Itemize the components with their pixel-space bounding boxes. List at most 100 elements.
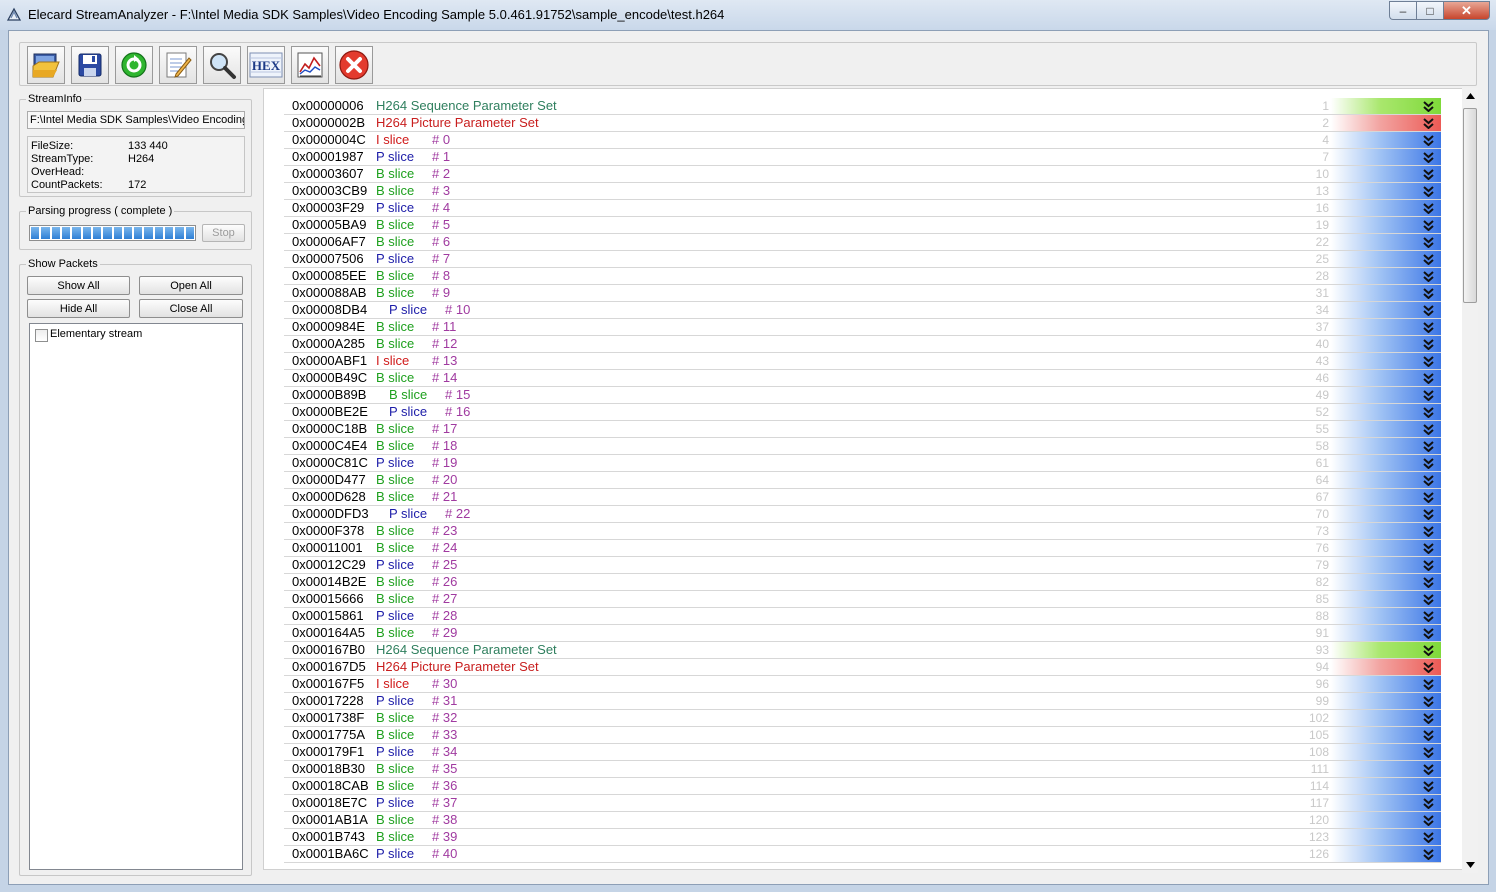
stream-path-field[interactable]: F:\Intel Media SDK Samples\Video Encodin… xyxy=(27,111,245,129)
expand-chevron-icon[interactable] xyxy=(1421,489,1436,505)
save-button[interactable] xyxy=(71,46,109,84)
expand-chevron-icon[interactable] xyxy=(1421,132,1436,148)
expand-chevron-icon[interactable] xyxy=(1421,846,1436,862)
packet-row[interactable]: 0x00003607 B slice # 2 10 xyxy=(284,166,1441,183)
packet-row[interactable]: 0x0000B89B B slice # 15 49 xyxy=(284,387,1441,404)
close-window-button[interactable]: ✕ xyxy=(1443,1,1490,20)
packet-row[interactable]: 0x0000C4E4 B slice # 18 58 xyxy=(284,438,1441,455)
stop-button[interactable]: Stop xyxy=(202,224,245,242)
packet-row[interactable]: 0x0000DFD3 P slice # 22 70 xyxy=(284,506,1441,523)
packet-row[interactable]: 0x00007506 P slice # 7 25 xyxy=(284,251,1441,268)
scroll-thumb[interactable] xyxy=(1463,108,1477,303)
packet-row[interactable]: 0x0001B743 B slice # 39 123 xyxy=(284,829,1441,846)
expand-chevron-icon[interactable] xyxy=(1421,217,1436,233)
packet-row[interactable]: 0x0001775A B slice # 33 105 xyxy=(284,727,1441,744)
expand-chevron-icon[interactable] xyxy=(1421,387,1436,403)
open-all-button[interactable]: Open All xyxy=(139,276,243,295)
expand-chevron-icon[interactable] xyxy=(1421,608,1436,624)
expand-chevron-icon[interactable] xyxy=(1421,829,1436,845)
minimize-button[interactable]: – xyxy=(1389,1,1416,20)
expand-chevron-icon[interactable] xyxy=(1421,200,1436,216)
packet-row[interactable]: 0x00008DB4 P slice # 10 34 xyxy=(284,302,1441,319)
elementary-stream-label[interactable]: Elementary stream xyxy=(50,328,142,340)
packet-row[interactable]: 0x00015861 P slice # 28 88 xyxy=(284,608,1441,625)
expand-chevron-icon[interactable] xyxy=(1421,744,1436,760)
packet-row[interactable]: 0x0000BE2E P slice # 16 52 xyxy=(284,404,1441,421)
expand-chevron-icon[interactable] xyxy=(1421,642,1436,658)
expand-chevron-icon[interactable] xyxy=(1421,795,1436,811)
packet-row[interactable]: 0x000167F5 I slice # 30 96 xyxy=(284,676,1441,693)
packet-row[interactable]: 0x00006AF7 B slice # 6 22 xyxy=(284,234,1441,251)
edit-button[interactable] xyxy=(159,46,197,84)
hex-view-button[interactable]: HEX xyxy=(247,46,285,84)
packet-list-scrollbar[interactable] xyxy=(1462,88,1478,873)
maximize-button[interactable]: □ xyxy=(1416,1,1443,20)
packet-row[interactable]: 0x00018E7C P slice # 37 117 xyxy=(284,795,1441,812)
packet-row[interactable]: 0x00005BA9 B slice # 5 19 xyxy=(284,217,1441,234)
packet-row[interactable]: 0x000179F1 P slice # 34 108 xyxy=(284,744,1441,761)
expand-chevron-icon[interactable] xyxy=(1421,591,1436,607)
expand-chevron-icon[interactable] xyxy=(1421,557,1436,573)
packet-row[interactable]: 0x0000C81C P slice # 19 61 xyxy=(284,455,1441,472)
packet-row[interactable]: 0x0000F378 B slice # 23 73 xyxy=(284,523,1441,540)
expand-chevron-icon[interactable] xyxy=(1421,234,1436,250)
packet-row[interactable]: 0x0000D628 B slice # 21 67 xyxy=(284,489,1441,506)
packet-row[interactable]: 0x000085EE B slice # 8 28 xyxy=(284,268,1441,285)
expand-chevron-icon[interactable] xyxy=(1421,625,1436,641)
search-button[interactable] xyxy=(203,46,241,84)
expand-chevron-icon[interactable] xyxy=(1421,319,1436,335)
expand-chevron-icon[interactable] xyxy=(1421,438,1436,454)
packet-row[interactable]: 0x000088AB B slice # 9 31 xyxy=(284,285,1441,302)
packet-row[interactable]: 0x00018B30 B slice # 35 111 xyxy=(284,761,1441,778)
expand-chevron-icon[interactable] xyxy=(1421,506,1436,522)
packet-row[interactable]: 0x0000002B H264 Picture Parameter Set 2 xyxy=(284,115,1441,132)
expand-chevron-icon[interactable] xyxy=(1421,336,1436,352)
expand-chevron-icon[interactable] xyxy=(1421,574,1436,590)
expand-chevron-icon[interactable] xyxy=(1421,268,1436,284)
packet-row[interactable]: 0x0001738F B slice # 32 102 xyxy=(284,710,1441,727)
expand-chevron-icon[interactable] xyxy=(1421,676,1436,692)
packet-row[interactable]: 0x00011001 B slice # 24 76 xyxy=(284,540,1441,557)
expand-chevron-icon[interactable] xyxy=(1421,421,1436,437)
expand-chevron-icon[interactable] xyxy=(1421,455,1436,471)
packet-row[interactable]: 0x0000B49C B slice # 14 46 xyxy=(284,370,1441,387)
packet-row[interactable]: 0x000164A5 B slice # 29 91 xyxy=(284,625,1441,642)
packet-row[interactable]: 0x0000C18B B slice # 17 55 xyxy=(284,421,1441,438)
packet-row[interactable]: 0x000167B0 H264 Sequence Parameter Set 93 xyxy=(284,642,1441,659)
packet-row[interactable]: 0x0000ABF1 I slice # 13 43 xyxy=(284,353,1441,370)
expand-chevron-icon[interactable] xyxy=(1421,98,1436,114)
expand-chevron-icon[interactable] xyxy=(1421,404,1436,420)
packet-row[interactable]: 0x0000004C I slice # 0 4 xyxy=(284,132,1441,149)
packet-row[interactable]: 0x00015666 B slice # 27 85 xyxy=(284,591,1441,608)
packet-row[interactable]: 0x00003CB9 B slice # 3 13 xyxy=(284,183,1441,200)
packet-row[interactable]: 0x000167D5 H264 Picture Parameter Set 94 xyxy=(284,659,1441,676)
scroll-down-arrow[interactable] xyxy=(1462,857,1478,873)
packet-row[interactable]: 0x00017228 P slice # 31 99 xyxy=(284,693,1441,710)
refresh-button[interactable] xyxy=(115,46,153,84)
packet-row[interactable]: 0x0001AB1A B slice # 38 120 xyxy=(284,812,1441,829)
expand-chevron-icon[interactable] xyxy=(1421,540,1436,556)
packet-row[interactable]: 0x0001BA6C P slice # 40 126 xyxy=(284,846,1441,863)
elementary-stream-checkbox[interactable] xyxy=(35,329,48,342)
packet-row[interactable]: 0x00018CAB B slice # 36 114 xyxy=(284,778,1441,795)
expand-chevron-icon[interactable] xyxy=(1421,523,1436,539)
expand-chevron-icon[interactable] xyxy=(1421,166,1436,182)
expand-chevron-icon[interactable] xyxy=(1421,251,1436,267)
chart-button[interactable] xyxy=(291,46,329,84)
expand-chevron-icon[interactable] xyxy=(1421,472,1436,488)
expand-chevron-icon[interactable] xyxy=(1421,353,1436,369)
show-all-button[interactable]: Show All xyxy=(27,276,130,295)
expand-chevron-icon[interactable] xyxy=(1421,710,1436,726)
packet-row[interactable]: 0x00003F29 P slice # 4 16 xyxy=(284,200,1441,217)
expand-chevron-icon[interactable] xyxy=(1421,302,1436,318)
packet-row[interactable]: 0x00000006 H264 Sequence Parameter Set 1 xyxy=(284,98,1441,115)
expand-chevron-icon[interactable] xyxy=(1421,285,1436,301)
close-all-button[interactable]: Close All xyxy=(139,299,243,318)
expand-chevron-icon[interactable] xyxy=(1421,778,1436,794)
expand-chevron-icon[interactable] xyxy=(1421,115,1436,131)
packet-row[interactable]: 0x0000984E B slice # 11 37 xyxy=(284,319,1441,336)
hide-all-button[interactable]: Hide All xyxy=(27,299,130,318)
expand-chevron-icon[interactable] xyxy=(1421,761,1436,777)
expand-chevron-icon[interactable] xyxy=(1421,149,1436,165)
packet-row[interactable]: 0x00001987 P slice # 1 7 xyxy=(284,149,1441,166)
